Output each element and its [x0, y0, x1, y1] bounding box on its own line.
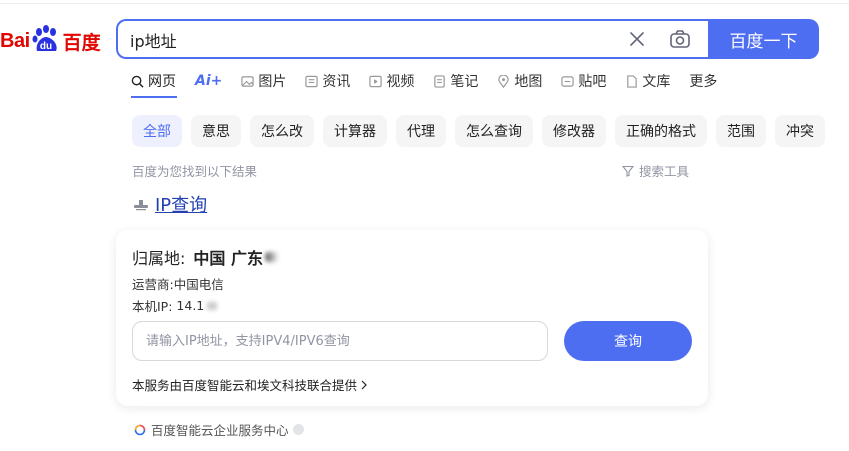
tab-more[interactable]: 更多 [689, 70, 717, 92]
local-ip-value: 14.1 [176, 298, 205, 313]
chip[interactable]: 意思 [191, 115, 241, 147]
doc-icon [627, 74, 638, 88]
results-count-text: 百度为您找到以下结果 [132, 164, 258, 179]
logo-paw-text: du [40, 41, 52, 52]
tab-label: 视频 [386, 74, 415, 90]
tab-news[interactable]: 资讯 [305, 70, 350, 92]
note-icon [434, 74, 446, 88]
camera-icon[interactable] [669, 29, 691, 49]
tab-note[interactable]: 笔记 [433, 70, 478, 92]
ip-input[interactable] [132, 321, 548, 361]
chip[interactable]: 计算器 [323, 115, 387, 147]
tab-ai[interactable]: Ai+ [195, 70, 222, 92]
tieba-icon [561, 75, 575, 87]
isp-value: 中国电信 [173, 277, 224, 292]
result-title-link[interactable]: IP查询 [133, 191, 207, 217]
logo-text-cn: 百度 [62, 31, 101, 54]
source-link[interactable]: 百度智能云企业服务中心 [134, 420, 304, 439]
tab-label: 笔记 [450, 74, 479, 90]
ip-icon [134, 200, 148, 211]
isp-line: 运营商:中国电信 [132, 274, 224, 293]
active-tab-indicator [131, 96, 177, 98]
baidu-cloud-icon [134, 424, 146, 435]
chip[interactable]: 怎么改 [250, 115, 314, 147]
location-line: 归属地: 中国 广东 [132, 245, 279, 269]
search-tabs: 网页 Ai+ 图片 资讯 视频 笔记 地图 贴吧 文库 更多 [131, 70, 736, 100]
isp-label: 运营商: [132, 277, 174, 292]
query-button[interactable]: 查询 [564, 321, 692, 361]
tab-map[interactable]: 地图 [497, 70, 542, 92]
result-title[interactable]: IP查询 [155, 191, 207, 217]
more-options-icon[interactable] [292, 424, 304, 435]
baidu-logo[interactable]: Bai du 百度 [0, 24, 101, 58]
video-icon [369, 75, 383, 87]
paw-logo-icon: du [31, 24, 61, 54]
chip[interactable]: 正确的格式 [615, 115, 707, 147]
chip[interactable]: 冲突 [775, 115, 825, 147]
related-chips: 全部 意思 怎么改 计算器 代理 怎么查询 修改器 正确的格式 范围 冲突 [132, 115, 849, 147]
tab-label: 资讯 [322, 74, 351, 90]
tab-label: 文库 [642, 74, 671, 90]
tab-video[interactable]: 视频 [369, 70, 414, 92]
search-tools-button[interactable]: 搜索工具 [622, 161, 689, 180]
source-label: 百度智能云企业服务中心 [151, 423, 289, 438]
tab-tieba[interactable]: 贴吧 [561, 70, 606, 92]
redacted-blur [207, 301, 218, 310]
close-icon[interactable] [628, 30, 646, 48]
tab-label: 图片 [258, 74, 287, 90]
map-icon [498, 74, 510, 88]
search-button[interactable]: 百度一下 [708, 19, 819, 59]
chip[interactable]: 范围 [716, 115, 766, 147]
redacted-blur [264, 252, 279, 262]
tab-image[interactable]: 图片 [241, 70, 286, 92]
chip[interactable]: 怎么查询 [455, 115, 533, 147]
tab-doc[interactable]: 文库 [625, 70, 670, 92]
logo-text-left: Bai [0, 29, 30, 52]
local-ip-line: 本机IP: 14.1 [132, 296, 218, 315]
news-icon [305, 75, 319, 87]
chevron-right-icon [361, 380, 367, 389]
ip-query-card: 归属地: 中国 广东 运营商:中国电信 本机IP: 14.1 查询 本服务由百度… [116, 230, 708, 406]
search-icon [131, 75, 144, 88]
tab-label: 更多 [689, 74, 718, 90]
location-label: 归属地: [132, 249, 186, 268]
search-input[interactable] [130, 29, 610, 51]
location-value: 中国 广东 [193, 249, 263, 268]
provider-text: 本服务由百度智能云和埃文科技联合提供 [132, 378, 358, 393]
tab-label: 贴吧 [578, 74, 607, 90]
search-tools-label: 搜索工具 [639, 164, 690, 179]
tab-web[interactable]: 网页 [131, 70, 176, 92]
chip-all[interactable]: 全部 [132, 115, 182, 147]
chip[interactable]: 代理 [396, 115, 446, 147]
chip[interactable]: 修改器 [542, 115, 606, 147]
image-icon [241, 75, 255, 87]
tab-label: 地图 [514, 74, 543, 90]
filter-icon [622, 165, 634, 177]
search-box [116, 19, 708, 59]
local-ip-label: 本机IP: [132, 299, 173, 314]
ai-icon: Ai+ [195, 73, 223, 89]
top-divider [0, 3, 849, 4]
provider-link[interactable]: 本服务由百度智能云和埃文科技联合提供 [132, 375, 368, 394]
tab-label: 网页 [148, 74, 176, 90]
